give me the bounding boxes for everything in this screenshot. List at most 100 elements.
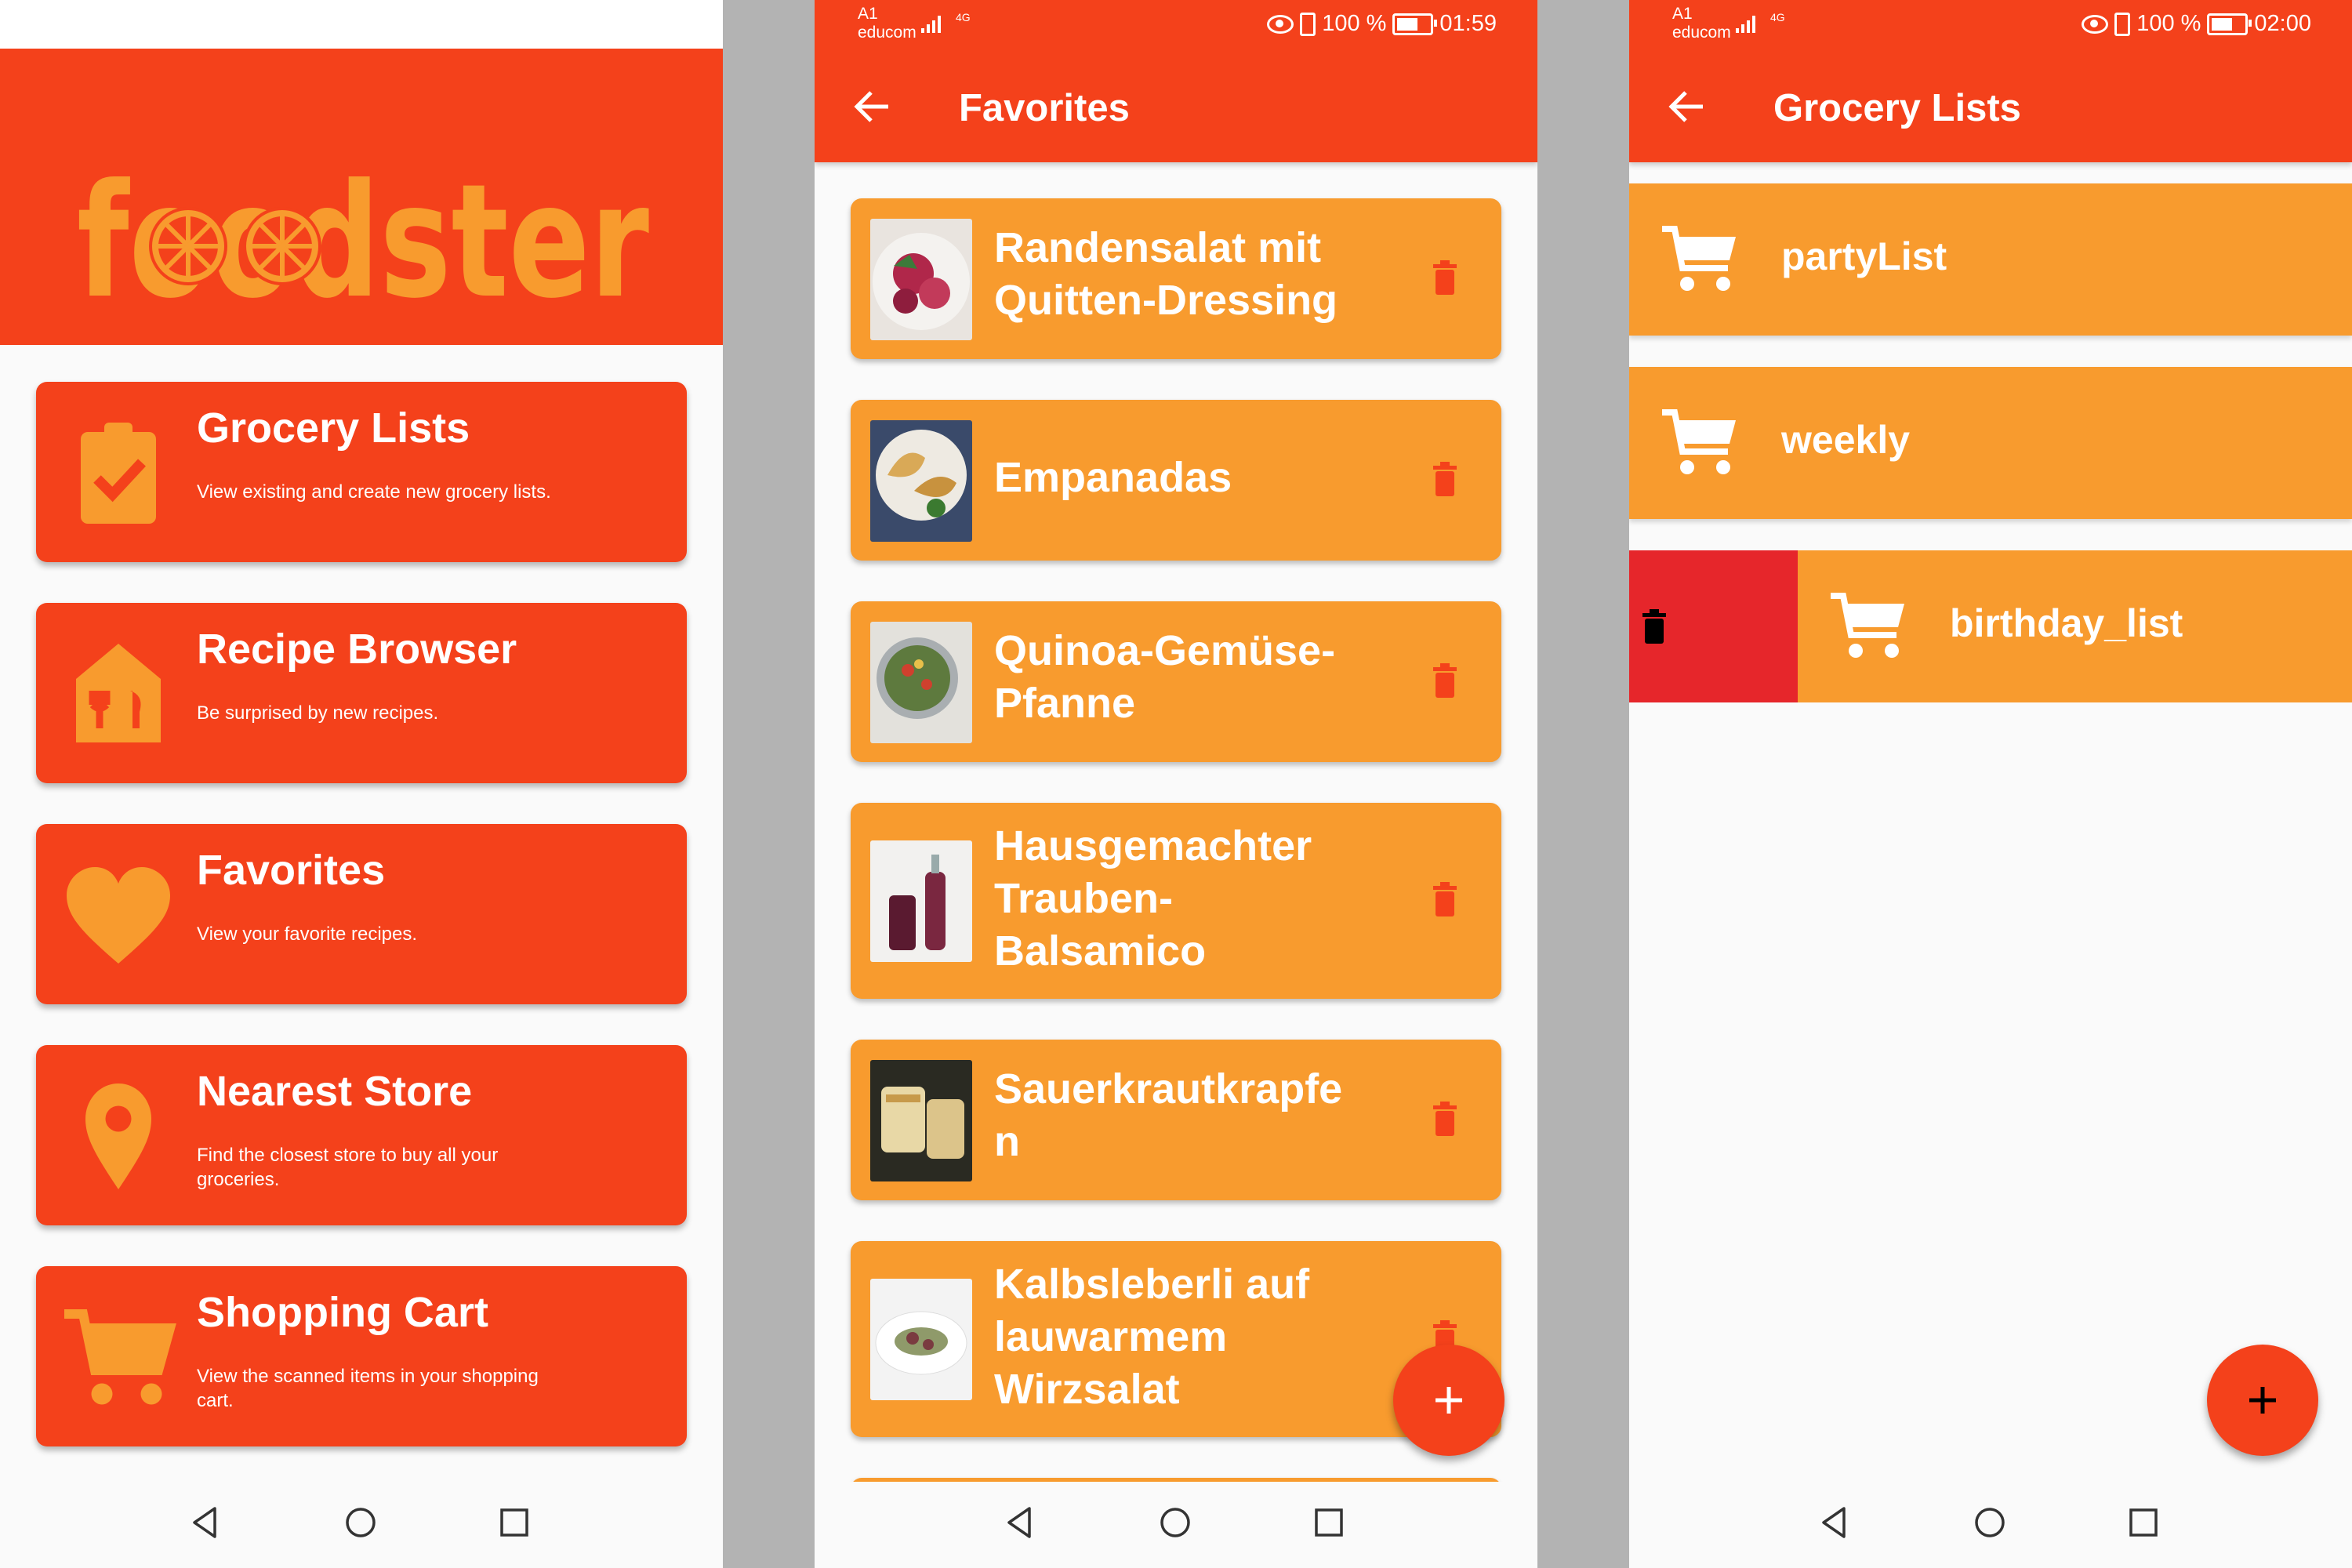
clipboard-check-icon [81,423,156,524]
nav-recents-icon[interactable] [2126,1505,2161,1540]
recipe-thumbnail [870,219,972,340]
recipe-name: Sauerkrautkrapfe n [994,1065,1343,1165]
favorite-item[interactable]: Empanadas [851,400,1501,561]
menu-description: View your favorite recipes. [197,924,418,945]
home-screen: foodster Grocery Lists View existing and… [0,0,723,1568]
favorite-item[interactable]: Hausgemachter Trauben-Balsamico [851,803,1501,999]
app-header: foodster [0,49,723,345]
recipe-thumbnail [870,840,972,962]
page-title: Favorites [959,87,1130,129]
delete-icon[interactable] [1431,461,1459,497]
map-pin-icon [85,1083,151,1189]
menu-nearest-store[interactable]: Nearest Store Find the closest store to … [36,1045,687,1225]
eye-icon [1267,14,1294,34]
grocery-list-item[interactable]: birthday_list [1798,550,2352,702]
status-bar: A1 educom 4G 100 % 02:00 [1629,0,2352,49]
list-name: partyList [1781,234,1947,278]
shopping-cart-icon [1662,409,1736,474]
battery-level: 100 % [2136,11,2201,36]
favorites-screen: Randensalat mit Quitten-Dressing Empanad… [815,0,1537,1568]
recipe-name: Randensalat mit Quitten-Dressing [994,224,1338,324]
menu-title: Shopping Cart [197,1289,488,1336]
grocery-lists-screen: partyList weekly birthday_list Grocery L… [1629,0,2352,1568]
favorite-item[interactable]: Sauerkrautkrapfe n [851,1040,1501,1200]
network-type: 4G [1770,11,1785,24]
vibrate-icon [1300,12,1316,36]
menu-title: Grocery Lists [197,405,470,452]
battery-level: 100 % [1322,11,1387,36]
status-bar: A1 educom 4G 100 % 01:59 [815,0,1537,49]
nav-recents-icon[interactable] [497,1505,532,1540]
recipe-name: Kalbsleberli auf lauwarmem Wirzsalat [994,1261,1310,1413]
system-nav-bar [1629,1482,2352,1568]
foodster-logo: foodster [77,151,649,315]
favorites-list: Randensalat mit Quitten-Dressing Empanad… [815,162,1537,1482]
menu-favorites[interactable]: Favorites View your favorite recipes. [36,824,687,1004]
signal-icon [1736,16,1755,33]
battery-icon [2207,13,2252,35]
clock: 01:59 [1439,11,1497,36]
nav-home-icon[interactable] [343,1505,378,1540]
shopping-cart-icon [1662,226,1736,291]
carrier: A1 educom [858,5,916,42]
plus-icon [1436,1387,1462,1414]
nav-back-icon[interactable] [1817,1505,1852,1540]
clock: 02:00 [2254,11,2311,36]
recipe-thumbnail [870,1279,972,1400]
battery-icon [1392,13,1438,35]
delete-icon[interactable] [1431,260,1459,296]
network-type: 4G [956,11,971,24]
menu-description: Be surprised by new recipes. [197,702,439,724]
delete-icon[interactable] [1431,881,1459,917]
menu-title: Favorites [197,847,386,894]
heart-icon [67,867,170,964]
shopping-cart-icon [64,1309,176,1405]
back-arrow-icon[interactable] [851,88,891,125]
recipe-name: Quinoa-Gemüse-Pfanne [994,627,1336,727]
carrier: A1 educom [1672,5,1731,42]
delete-icon [1642,609,1666,644]
status-indicators: 100 % 02:00 [2082,11,2311,37]
menu-description: View the scanned items in your shopping … [197,1366,539,1411]
favorite-item[interactable]: Randensalat mit Quitten-Dressing [851,198,1501,359]
add-list-button[interactable] [2207,1345,2318,1456]
status-indicators: 100 % 01:59 [1267,11,1497,37]
menu-title: Nearest Store [197,1068,473,1115]
menu-grocery-lists[interactable]: Grocery Lists View existing and create n… [36,382,687,562]
recipe-thumbnail [870,1060,972,1181]
menu-description: View existing and create new grocery lis… [197,481,551,503]
menu-shopping-cart[interactable]: Shopping Cart View the scanned items in … [36,1266,687,1446]
nav-home-icon[interactable] [1973,1505,2007,1540]
list-name: weekly [1781,418,1911,462]
back-arrow-icon[interactable] [1665,88,1706,125]
status-bar [0,0,723,49]
shopping-cart-icon [1831,593,1904,658]
recipe-thumbnail [870,420,972,542]
signal-icon [921,16,941,33]
list-name: birthday_list [1950,601,2183,645]
favorite-item[interactable]: Quinoa-Gemüse-Pfanne [851,601,1501,762]
restaurant-icon [76,644,161,742]
system-nav-bar [0,1482,723,1568]
delete-icon[interactable] [1431,1101,1459,1137]
nav-home-icon[interactable] [1158,1505,1192,1540]
nav-back-icon[interactable] [188,1505,223,1540]
grocery-list-item[interactable]: partyList [1629,183,2352,336]
grocery-list-item[interactable]: weekly [1629,367,2352,519]
page-title: Grocery Lists [1773,87,2021,129]
menu-recipe-browser[interactable]: Recipe Browser Be surprised by new recip… [36,603,687,783]
plus-icon [2249,1387,2276,1414]
nav-recents-icon[interactable] [1312,1505,1346,1540]
recipe-name: Hausgemachter Trauben-Balsamico [994,822,1312,975]
menu-title: Recipe Browser [197,626,517,673]
swipe-delete-background[interactable] [1629,550,1798,702]
vibrate-icon [2114,12,2131,36]
eye-icon [2082,14,2109,34]
recipe-thumbnail [870,622,972,743]
add-favorite-button[interactable] [1393,1345,1504,1456]
recipe-name: Empanadas [994,454,1232,501]
delete-icon[interactable] [1431,662,1459,699]
system-nav-bar [815,1482,1537,1568]
menu-description: Find the closest store to buy all your g… [197,1145,499,1190]
nav-back-icon[interactable] [1003,1505,1037,1540]
